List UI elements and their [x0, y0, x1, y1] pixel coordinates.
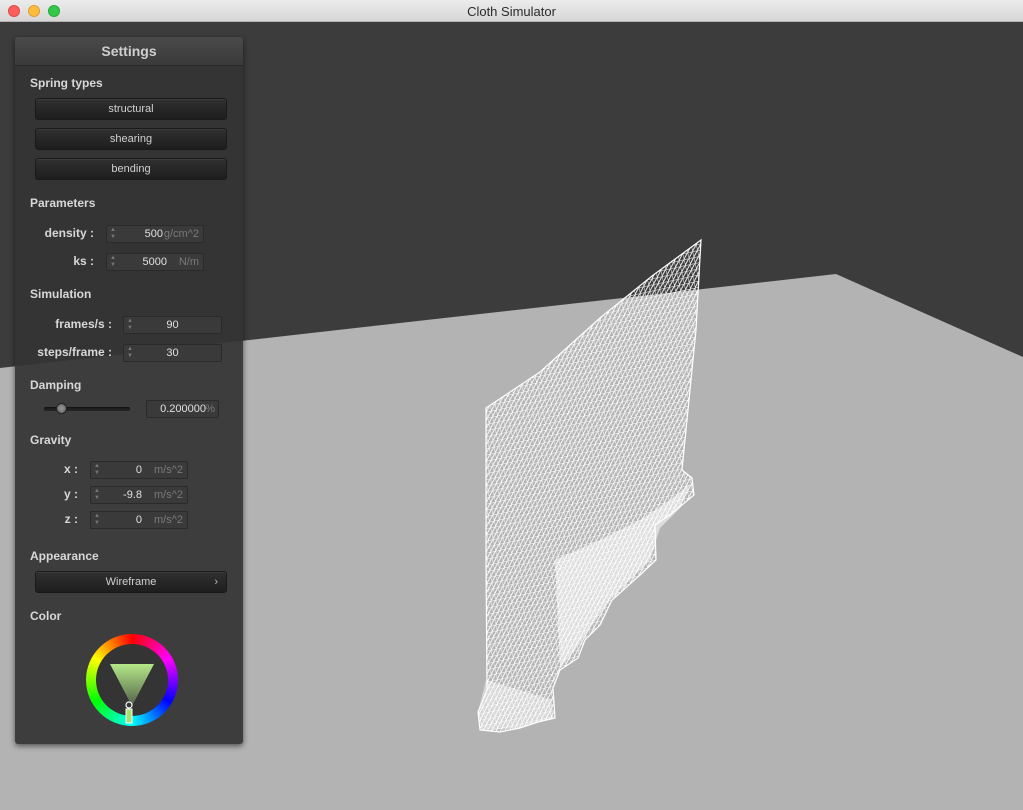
damping-unit: %: [205, 403, 215, 415]
gravity-x-label: x :: [63, 462, 78, 476]
title-bar: Cloth Simulator: [0, 0, 1023, 22]
density-input[interactable]: ▲ ▼ 500 g/cm^2: [106, 225, 204, 243]
chevron-right-icon: ›: [214, 576, 218, 588]
appearance-heading: Appearance: [30, 549, 99, 563]
gravity-y-value: -9.8: [123, 489, 142, 501]
ks-unit: N/m: [178, 256, 199, 268]
fps-label: frames/s :: [55, 317, 112, 331]
gravity-x-stepper-icon[interactable]: ▲ ▼: [94, 463, 100, 477]
bending-button[interactable]: bending: [35, 158, 227, 180]
damping-input[interactable]: 0.200000 %: [146, 400, 219, 418]
gravity-z-label: z :: [64, 512, 78, 526]
ks-value: 5000: [142, 256, 167, 268]
window-title: Cloth Simulator: [467, 4, 556, 19]
color-picker-handle[interactable]: [125, 701, 133, 709]
appearance-value: Wireframe: [105, 576, 157, 588]
ks-stepper-icon[interactable]: ▲ ▼: [110, 255, 116, 269]
gravity-z-stepper-icon[interactable]: ▲ ▼: [94, 513, 100, 527]
gravity-x-value: 0: [135, 464, 142, 476]
density-value: 500: [144, 228, 163, 240]
ks-label: ks :: [73, 254, 94, 268]
hue-handle[interactable]: [125, 708, 133, 724]
gravity-y-stepper-icon[interactable]: ▲ ▼: [94, 488, 100, 502]
gravity-z-value: 0: [135, 514, 142, 526]
damping-heading: Damping: [30, 378, 82, 392]
gravity-z-unit: m/s^2: [154, 514, 183, 526]
steps-input[interactable]: ▲ ▼ 30: [123, 344, 222, 362]
gravity-y-label: y :: [63, 487, 78, 501]
steps-value: 30: [166, 347, 179, 359]
density-stepper-icon[interactable]: ▲ ▼: [110, 227, 116, 241]
fps-input[interactable]: ▲ ▼ 90: [123, 316, 222, 334]
color-triangle-icon[interactable]: [86, 634, 178, 726]
density-label: density :: [44, 226, 94, 240]
appearance-dropdown[interactable]: Wireframe ›: [35, 571, 227, 593]
fps-value: 90: [166, 319, 179, 331]
structural-button[interactable]: structural: [35, 98, 227, 120]
gravity-x-unit: m/s^2: [154, 464, 183, 476]
spring-types-heading: Spring types: [30, 76, 103, 90]
steps-label: steps/frame :: [37, 345, 112, 359]
damping-slider[interactable]: [44, 403, 130, 414]
parameters-heading: Parameters: [30, 196, 96, 210]
color-heading: Color: [30, 609, 62, 623]
gravity-y-unit: m/s^2: [154, 489, 183, 501]
settings-panel: Settings Spring types structural shearin…: [15, 37, 243, 744]
color-wheel[interactable]: [86, 634, 178, 726]
density-unit: g/cm^2: [163, 228, 199, 240]
damping-slider-handle[interactable]: [56, 403, 68, 414]
gravity-z-input[interactable]: ▲ ▼ 0 m/s^2: [90, 511, 188, 529]
gravity-heading: Gravity: [30, 433, 72, 447]
shearing-button[interactable]: shearing: [35, 128, 227, 150]
simulation-heading: Simulation: [30, 287, 92, 301]
gravity-y-input[interactable]: ▲ ▼ -9.8 m/s^2: [90, 486, 188, 504]
damping-value: 0.200000: [160, 403, 206, 415]
ks-input[interactable]: ▲ ▼ 5000 N/m: [106, 253, 204, 271]
gravity-x-input[interactable]: ▲ ▼ 0 m/s^2: [90, 461, 188, 479]
panel-title[interactable]: Settings: [15, 37, 243, 66]
